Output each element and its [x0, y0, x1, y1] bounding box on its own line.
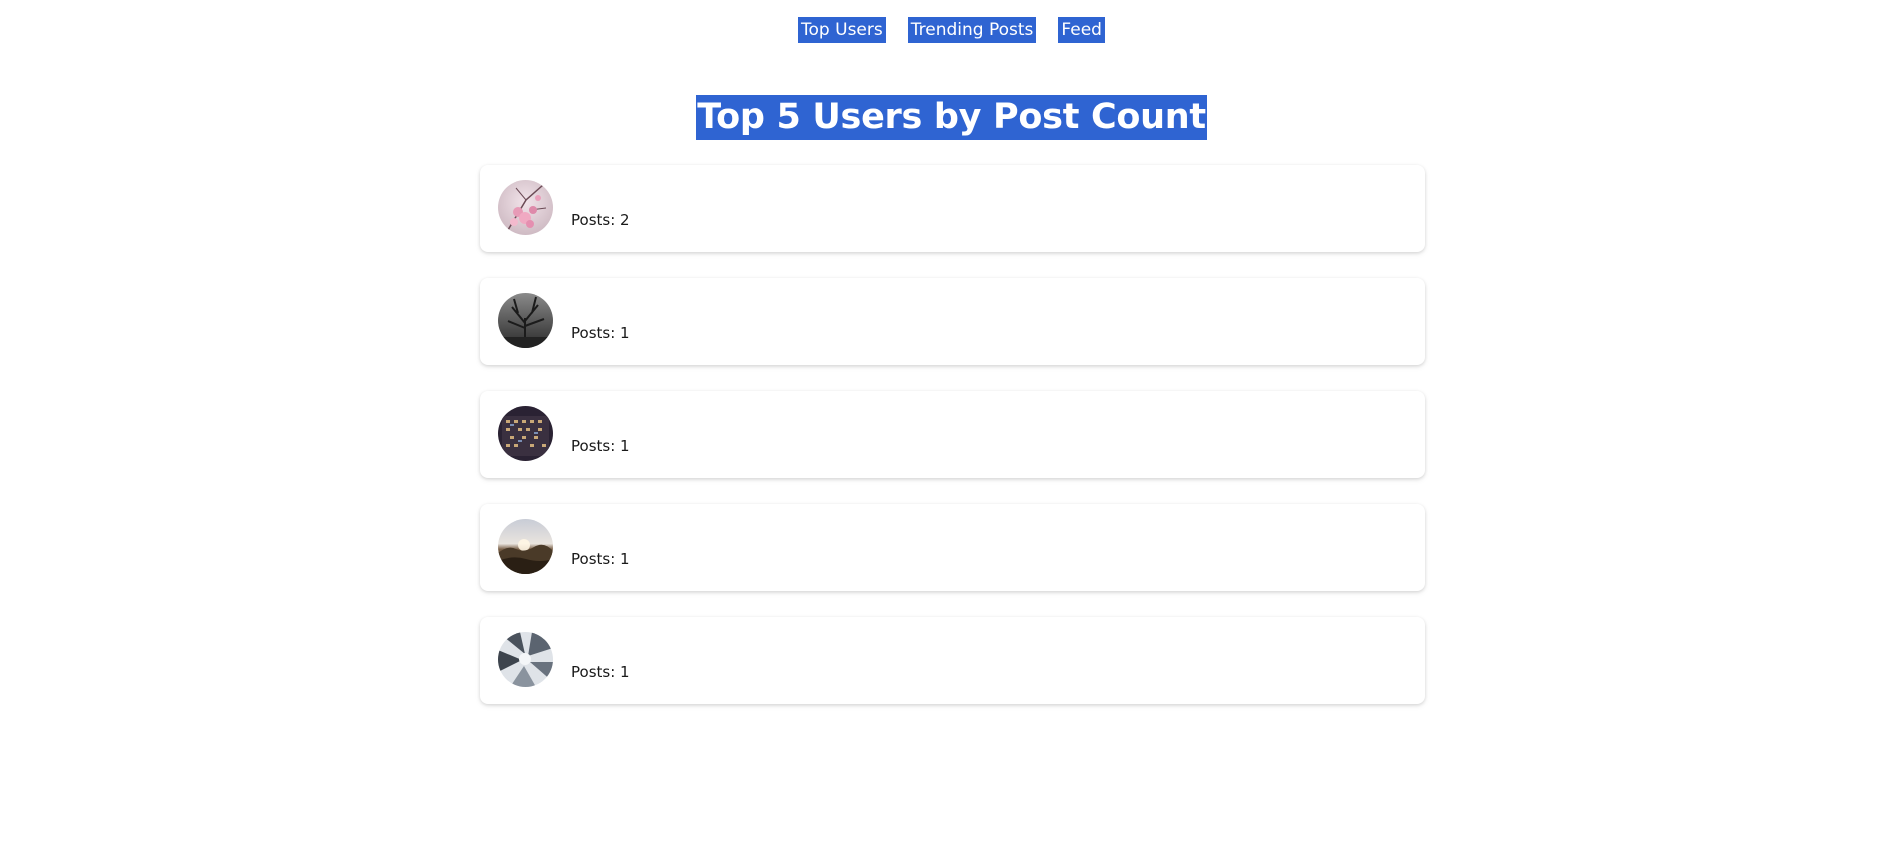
page-header: Top 5 Users by Post Count: [0, 95, 1903, 140]
pink-blossom-photo-icon: [498, 180, 553, 235]
post-count: Posts: 1: [571, 437, 630, 455]
user-card[interactable]: Posts: 1: [480, 391, 1425, 478]
top-nav: Top Users Trending Posts Feed: [0, 17, 1903, 43]
post-count: Posts: 1: [571, 550, 630, 568]
abstract-gray-photo-icon: [498, 632, 553, 687]
grayscale-tree-photo-icon: [498, 293, 553, 348]
avatar: [498, 180, 553, 235]
post-count: Posts: 1: [571, 663, 630, 681]
sunset-landscape-photo-icon: [498, 519, 553, 574]
nav-link-top-users[interactable]: Top Users: [798, 17, 886, 43]
page-title: Top 5 Users by Post Count: [696, 95, 1207, 140]
avatar: [498, 406, 553, 461]
nav-link-trending-posts[interactable]: Trending Posts: [907, 17, 1037, 43]
user-card[interactable]: Posts: 1: [480, 617, 1425, 704]
post-count: Posts: 1: [571, 324, 630, 342]
user-card[interactable]: Posts: 2: [480, 165, 1425, 252]
city-building-night-photo-icon: [498, 406, 553, 461]
avatar: [498, 632, 553, 687]
post-count: Posts: 2: [571, 211, 630, 229]
nav-link-feed[interactable]: Feed: [1058, 17, 1105, 43]
avatar: [498, 519, 553, 574]
user-list: Posts: 2 Posts: 1 Posts: 1 Posts: 1 Post…: [480, 165, 1425, 730]
avatar: [498, 293, 553, 348]
user-card[interactable]: Posts: 1: [480, 504, 1425, 591]
user-card[interactable]: Posts: 1: [480, 278, 1425, 365]
